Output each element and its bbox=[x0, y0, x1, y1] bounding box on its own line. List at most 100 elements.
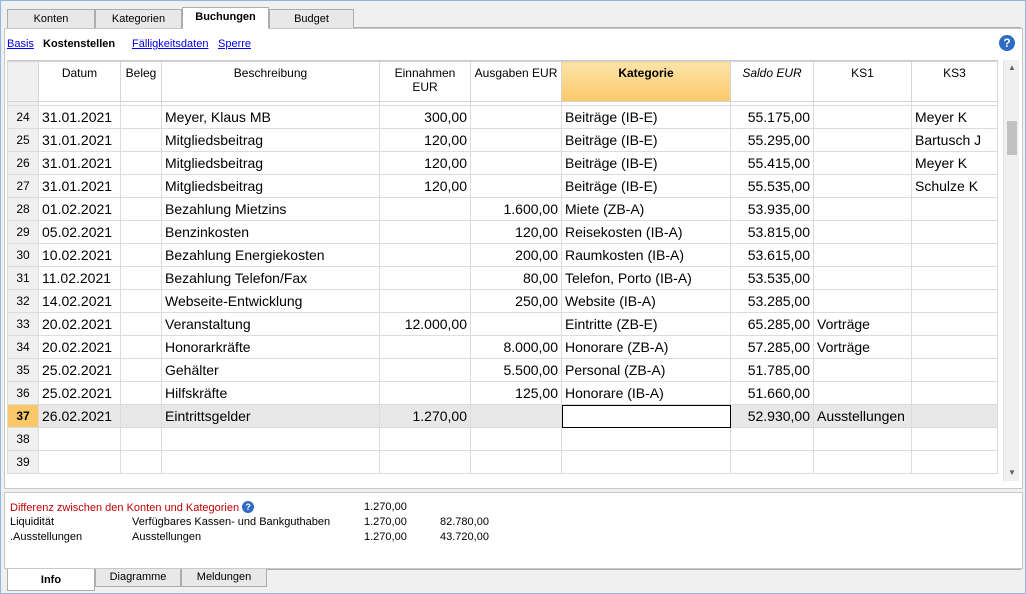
cell-ks3[interactable] bbox=[911, 266, 998, 290]
cell-ausgaben[interactable] bbox=[470, 105, 562, 129]
col-header-ausgaben[interactable]: Ausgaben EUR bbox=[470, 61, 562, 102]
cell-beleg[interactable] bbox=[120, 174, 162, 198]
cell-datum[interactable]: 20.02.2021 bbox=[38, 335, 121, 359]
cell-beleg[interactable] bbox=[120, 220, 162, 244]
cell-kategorie[interactable]: Eintritte (ZB-E) bbox=[561, 312, 731, 336]
cell-beleg[interactable] bbox=[120, 312, 162, 336]
cell-einnahmen[interactable] bbox=[379, 197, 471, 221]
tab-konten[interactable]: Konten bbox=[7, 9, 95, 28]
cell-ks1[interactable]: Vorträge bbox=[813, 335, 912, 359]
cell-einnahmen[interactable] bbox=[379, 335, 471, 359]
cell-ks1[interactable] bbox=[813, 266, 912, 290]
cell-ausgaben[interactable] bbox=[470, 151, 562, 175]
cell-beschreibung[interactable]: Bezahlung Telefon/Fax bbox=[161, 266, 380, 290]
cell-datum[interactable]: 20.02.2021 bbox=[38, 312, 121, 336]
table-row[interactable]: 25 31.01.2021 Mitgliedsbeitrag 120,00 Beiträ… bbox=[7, 128, 998, 152]
row-number[interactable]: 28 bbox=[7, 197, 39, 221]
cell-ks1[interactable] bbox=[813, 105, 912, 129]
cell-saldo[interactable]: 55.175,00 bbox=[730, 105, 814, 129]
row-number[interactable]: 24 bbox=[7, 105, 39, 129]
cell-ausgaben[interactable]: 5.500,00 bbox=[470, 358, 562, 382]
cell-saldo[interactable]: 51.660,00 bbox=[730, 381, 814, 405]
cell-ausgaben[interactable] bbox=[470, 427, 562, 451]
row-number[interactable]: 37 bbox=[7, 404, 39, 428]
cell-ausgaben[interactable]: 125,00 bbox=[470, 381, 562, 405]
view-kostenstellen-active[interactable]: Kostenstellen bbox=[43, 38, 115, 50]
tab-meldungen[interactable]: Meldungen bbox=[181, 569, 267, 587]
cell-datum[interactable]: 10.02.2021 bbox=[38, 243, 121, 267]
cell-saldo[interactable]: 51.785,00 bbox=[730, 358, 814, 382]
view-faelligkeit-link[interactable]: Fälligkeitsdaten bbox=[132, 38, 208, 50]
cell-ks1[interactable] bbox=[813, 243, 912, 267]
cell-datum[interactable]: 05.02.2021 bbox=[38, 220, 121, 244]
cell-datum[interactable] bbox=[38, 450, 121, 474]
cell-kategorie[interactable]: Raumkosten (IB-A) bbox=[561, 243, 731, 267]
table-row[interactable]: 24 31.01.2021 Meyer, Klaus MB 300,00 Beiträg… bbox=[7, 105, 998, 129]
row-number[interactable]: 25 bbox=[7, 128, 39, 152]
cell-ks1[interactable] bbox=[813, 220, 912, 244]
cell-saldo[interactable]: 52.930,00 bbox=[730, 404, 814, 428]
cell-kategorie[interactable]: Reisekosten (IB-A) bbox=[561, 220, 731, 244]
row-number[interactable]: 36 bbox=[7, 381, 39, 405]
cell-beleg[interactable] bbox=[120, 289, 162, 313]
cell-datum[interactable]: 25.02.2021 bbox=[38, 358, 121, 382]
scroll-up-icon[interactable]: ▲ bbox=[1004, 60, 1020, 76]
cell-ausgaben[interactable]: 120,00 bbox=[470, 220, 562, 244]
cell-ausgaben[interactable] bbox=[470, 404, 562, 428]
cell-ks3[interactable] bbox=[911, 197, 998, 221]
cell-beleg[interactable] bbox=[120, 358, 162, 382]
cell-saldo[interactable]: 55.415,00 bbox=[730, 151, 814, 175]
cell-saldo[interactable]: 65.285,00 bbox=[730, 312, 814, 336]
cell-beschreibung[interactable]: Hilfskräfte bbox=[161, 381, 380, 405]
cell-einnahmen[interactable] bbox=[379, 220, 471, 244]
cell-ks1[interactable] bbox=[813, 450, 912, 474]
cell-beschreibung[interactable]: Benzinkosten bbox=[161, 220, 380, 244]
cell-ausgaben[interactable]: 1.600,00 bbox=[470, 197, 562, 221]
table-row[interactable]: 33 20.02.2021 Veranstaltung 12.000,00 Eintri… bbox=[7, 312, 998, 336]
vertical-scrollbar[interactable]: ▲ ▼ bbox=[1003, 60, 1019, 481]
cell-ks1[interactable] bbox=[813, 174, 912, 198]
cell-ks1[interactable] bbox=[813, 128, 912, 152]
table-row[interactable]: 36 25.02.2021 Hilfskräfte 125,00 Honorare (I… bbox=[7, 381, 998, 405]
cell-ks1[interactable] bbox=[813, 151, 912, 175]
col-header-beschreibung[interactable]: Beschreibung bbox=[161, 61, 380, 102]
cell-ks3[interactable] bbox=[911, 335, 998, 359]
cell-einnahmen[interactable] bbox=[379, 289, 471, 313]
cell-beschreibung[interactable]: Veranstaltung bbox=[161, 312, 380, 336]
cell-ks3[interactable]: Bartusch J bbox=[911, 128, 998, 152]
cell-ausgaben[interactable]: 8.000,00 bbox=[470, 335, 562, 359]
cell-datum[interactable]: 14.02.2021 bbox=[38, 289, 121, 313]
cell-ks3[interactable] bbox=[911, 358, 998, 382]
cell-kategorie[interactable]: Personal (ZB-A) bbox=[561, 358, 731, 382]
cell-kategorie[interactable] bbox=[561, 427, 731, 451]
cell-kategorie[interactable]: Honorare (IB-A) bbox=[561, 381, 731, 405]
table-row[interactable]: 29 05.02.2021 Benzinkosten 120,00 Reisekoste… bbox=[7, 220, 998, 244]
cell-ausgaben[interactable]: 250,00 bbox=[470, 289, 562, 313]
view-sperre-link[interactable]: Sperre bbox=[218, 38, 251, 50]
table-row[interactable]: 27 31.01.2021 Mitgliedsbeitrag 120,00 Beiträ… bbox=[7, 174, 998, 198]
cell-saldo[interactable]: 53.535,00 bbox=[730, 266, 814, 290]
scroll-down-icon[interactable]: ▼ bbox=[1004, 465, 1020, 481]
table-row[interactable]: 37 26.02.2021 Eintrittsgelder 1.270,00 52.93… bbox=[7, 404, 998, 428]
tab-budget[interactable]: Budget bbox=[269, 9, 354, 28]
row-number[interactable]: 35 bbox=[7, 358, 39, 382]
cell-ks1[interactable]: Vorträge bbox=[813, 312, 912, 336]
row-number[interactable]: 29 bbox=[7, 220, 39, 244]
cell-beschreibung[interactable]: Gehälter bbox=[161, 358, 380, 382]
cell-saldo[interactable] bbox=[730, 427, 814, 451]
cell-ks1[interactable] bbox=[813, 197, 912, 221]
cell-datum[interactable]: 25.02.2021 bbox=[38, 381, 121, 405]
cell-ks1[interactable] bbox=[813, 427, 912, 451]
cell-kategorie[interactable]: Miete (ZB-A) bbox=[561, 197, 731, 221]
col-header-beleg[interactable]: Beleg bbox=[120, 61, 162, 102]
cell-ks3[interactable] bbox=[911, 381, 998, 405]
tab-buchungen[interactable]: Buchungen bbox=[182, 7, 269, 29]
cell-beschreibung[interactable]: Bezahlung Energiekosten bbox=[161, 243, 380, 267]
cell-einnahmen[interactable]: 120,00 bbox=[379, 174, 471, 198]
cell-saldo[interactable]: 57.285,00 bbox=[730, 335, 814, 359]
cell-beleg[interactable] bbox=[120, 197, 162, 221]
tab-diagramme[interactable]: Diagramme bbox=[95, 569, 181, 587]
cell-saldo[interactable]: 55.295,00 bbox=[730, 128, 814, 152]
cell-beleg[interactable] bbox=[120, 266, 162, 290]
col-header-saldo[interactable]: Saldo EUR bbox=[730, 61, 814, 102]
